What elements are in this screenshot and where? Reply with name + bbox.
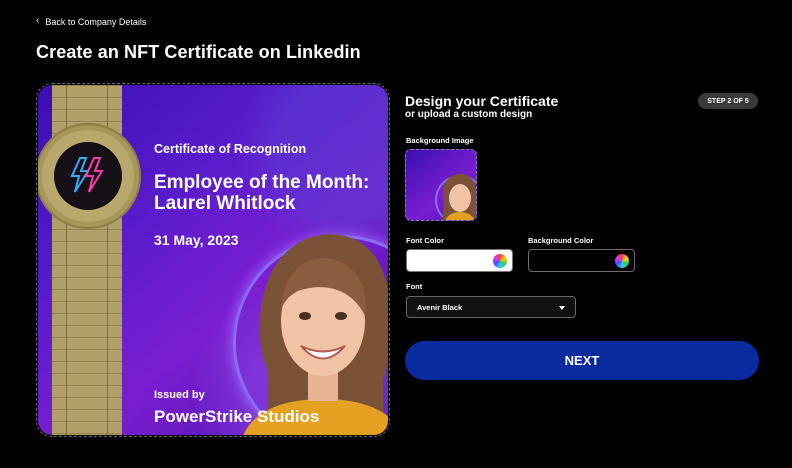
page-title: Create an NFT Certificate on Linkedin	[36, 42, 361, 62]
background-image-thumbnail[interactable]	[405, 149, 477, 221]
certificate-title: Employee of the Month:	[154, 172, 370, 193]
back-link-label: Back to Company Details	[45, 17, 147, 27]
background-color-picker[interactable]	[528, 249, 635, 272]
design-subtitle: or upload a custom design	[405, 109, 533, 120]
font-label: Font	[406, 282, 423, 291]
font-color-picker[interactable]	[406, 249, 513, 272]
caret-down-icon	[559, 306, 565, 310]
font-select[interactable]: Avenir Black	[406, 296, 576, 318]
certificate-issued-by-label: Issued by	[154, 389, 205, 401]
font-select-value: Avenir Black	[417, 302, 463, 312]
certificate-recipient: Laurel Whitlock	[154, 193, 296, 214]
next-button[interactable]: NEXT	[405, 341, 759, 380]
certificate-date: 31 May, 2023	[154, 232, 239, 248]
background-image-label: Background Image	[406, 136, 474, 145]
certificate-seal	[38, 122, 142, 230]
certificate-preview: Certificate of Recognition Employee of t…	[38, 85, 388, 435]
certificate-issuer: PowerStrike Studios	[154, 407, 320, 426]
lightning-bolt-icon	[70, 157, 104, 193]
certificate-label: Certificate of Recognition	[154, 142, 307, 156]
background-color-label: Background Color	[528, 236, 594, 245]
design-title: Design your Certificate	[405, 93, 559, 109]
employee-portrait	[243, 234, 388, 435]
background-thumbnail-image	[435, 173, 476, 220]
chevron-left-icon: ‹	[36, 15, 40, 26]
color-wheel-icon	[493, 254, 507, 268]
step-badge: STEP 2 OF 5	[698, 93, 758, 109]
font-color-label: Font Color	[406, 236, 444, 245]
back-link[interactable]: ‹ Back to Company Details	[36, 15, 147, 28]
color-wheel-icon	[615, 254, 629, 268]
